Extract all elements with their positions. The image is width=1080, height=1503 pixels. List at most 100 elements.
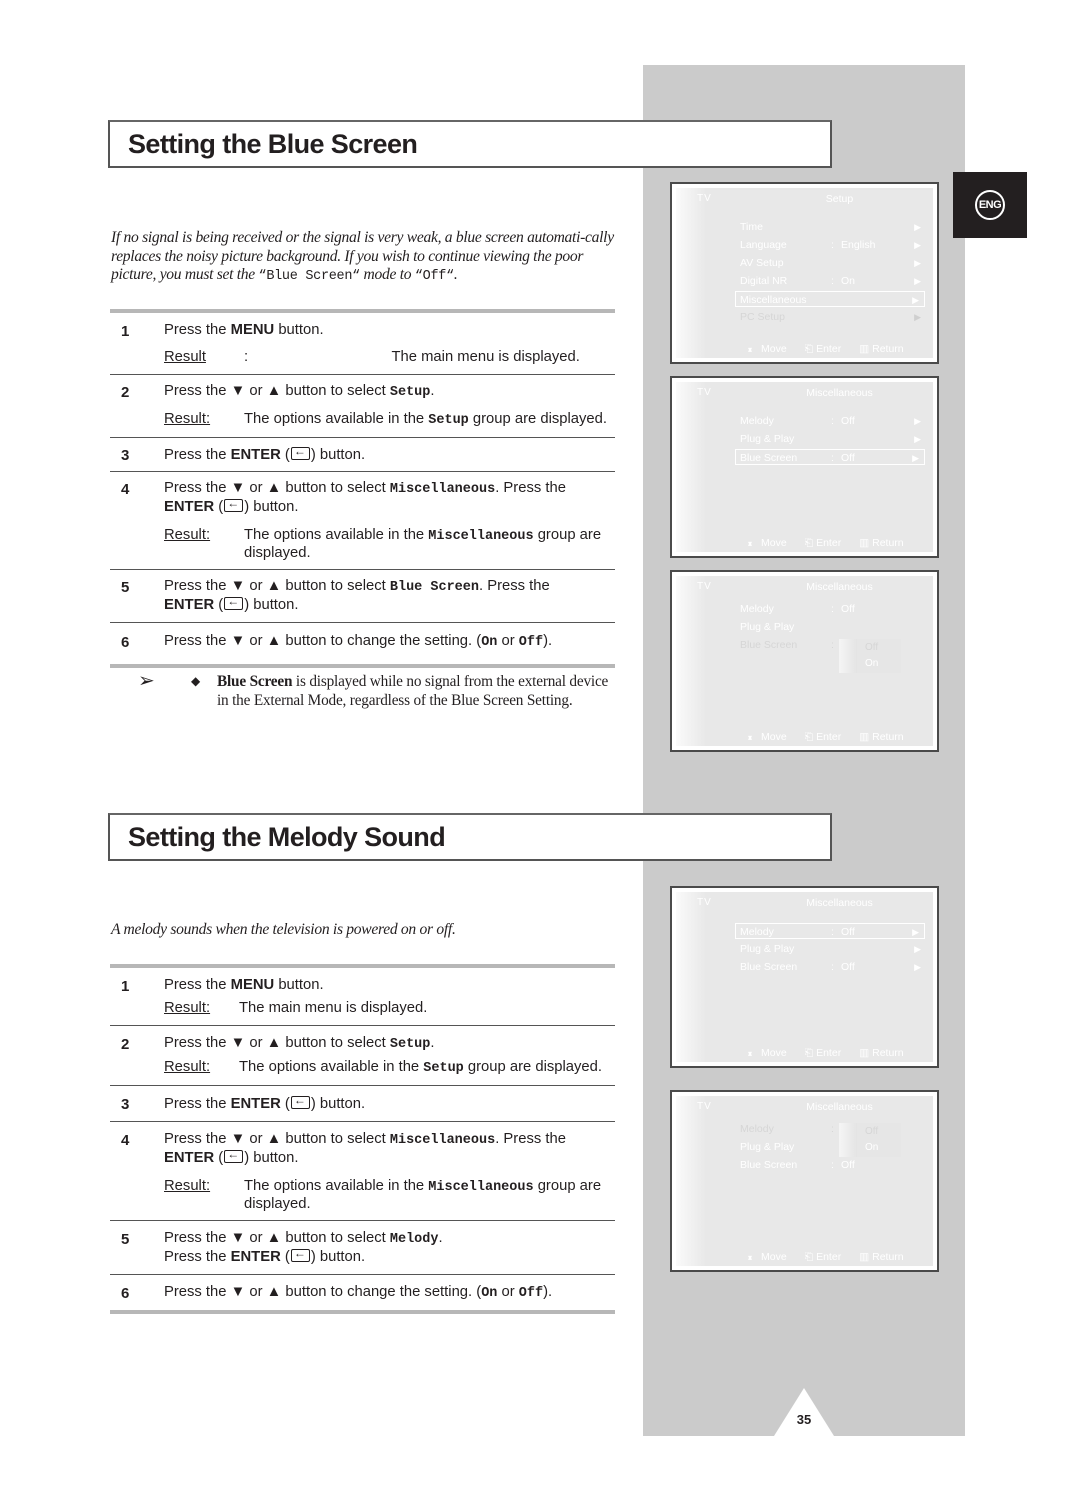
result-label: Result xyxy=(164,349,206,365)
osd-footer-hint: ▥ Return xyxy=(859,343,903,356)
osd-item-value: Off xyxy=(841,926,855,938)
enter-icon: ⎗ xyxy=(804,1047,814,1059)
key-label: ENTER xyxy=(230,1249,281,1265)
osd-menu-screen: TV Miscellaneous Melody: Off ▶ Plug & Play ▶ Bl… xyxy=(670,886,939,1068)
submenu-arrow-icon: ▶ xyxy=(912,295,919,305)
osd-item-label: Melody xyxy=(740,603,774,615)
osd-item-value: Off xyxy=(841,452,855,464)
osd-item-label: Melody xyxy=(740,1123,774,1135)
key-label: MENU xyxy=(230,977,275,993)
osd-colon: : xyxy=(831,1159,834,1171)
step-instruction: Press the ▼ or ▲ button to select Melody… xyxy=(164,1230,615,1266)
step-item: 2 Press the ▼ or ▲ button to select Setu… xyxy=(110,375,615,438)
osd-footer: ▴▾ Move ⎗ Enter ▥ Return xyxy=(748,1251,904,1264)
osd-item-value: Off xyxy=(841,415,855,427)
osd-item-value: Off xyxy=(841,603,855,615)
enter-key-icon xyxy=(224,495,244,512)
osd-footer: ▴▾ Move ⎗ Enter ▥ Return xyxy=(748,731,904,744)
step-result: Result: The options available in the Setu… xyxy=(164,411,607,428)
osd-footer-hint: ▴▾ Move xyxy=(748,1251,787,1264)
steps-list-melody: 1 Press the MENU button. Result: The main… xyxy=(110,964,615,1314)
osd-menu-item: Plug & Play xyxy=(736,619,926,635)
menu-item-code: Miscellaneous xyxy=(389,482,496,497)
page-number: 35 xyxy=(796,1412,812,1427)
osd-item-value: English xyxy=(841,239,876,251)
enter-key-icon xyxy=(224,593,244,610)
osd-item-label: PC Setup xyxy=(740,311,785,323)
step-number: 5 xyxy=(121,1231,130,1248)
section-header-blue-screen: Setting the Blue Screen xyxy=(108,120,832,168)
osd-item-label: Blue Screen xyxy=(740,1159,798,1171)
osd-colon: : xyxy=(831,1123,834,1135)
osd-footer-label: Return xyxy=(872,343,904,355)
osd-footer-label: Enter xyxy=(816,537,842,549)
osd-menu-item: Melody: Off ▶ xyxy=(736,413,926,429)
osd-menu-item: Melody: Off ▶ xyxy=(735,923,925,939)
result-label: Result: xyxy=(164,1178,211,1194)
language-badge: ENG xyxy=(975,190,1005,220)
osd-menu-item: Miscellaneous ▶ xyxy=(735,291,925,307)
osd-option: Off xyxy=(865,1126,879,1137)
step-instruction: Press the ▼ or ▲ button to select Miscel… xyxy=(164,1131,615,1167)
move-icon: ▴▾ xyxy=(748,345,752,354)
step-instruction: Press the ENTER () button. xyxy=(164,443,615,464)
osd-item-label: Blue Screen xyxy=(740,639,798,651)
osd-menu-screen: TV Setup Time ▶ Language: English ▶ AV Setup ▶ Di… xyxy=(670,182,939,364)
enter-icon: ⎗ xyxy=(804,537,814,549)
step-instruction: Press the ENTER () button. xyxy=(164,1092,615,1113)
osd-menu-title: Miscellaneous xyxy=(806,897,873,909)
osd-panel: TV Miscellaneous Melody: Off ▶ Plug & Play ▶ Bl… xyxy=(676,892,933,1062)
osd-colon: : xyxy=(831,926,834,938)
menu-item-code: Miscellaneous xyxy=(389,1133,496,1148)
menu-item-code: Blue Screen xyxy=(389,580,479,595)
osd-option: Off xyxy=(865,642,879,653)
osd-panel: TV Miscellaneous Melody: Off ▶ Plug & Play ▶ Bl… xyxy=(676,382,933,552)
osd-footer: ▴▾ Move ⎗ Enter ▥ Return xyxy=(748,1047,904,1060)
step-item: 5 Press the ▼ or ▲ button to select Blue… xyxy=(110,570,615,623)
key-label: ENTER xyxy=(164,597,215,613)
section-header-melody: Setting the Melody Sound xyxy=(108,813,832,861)
osd-menu-item: Plug & Play ▶ xyxy=(736,431,926,447)
step-number: 2 xyxy=(121,384,130,401)
osd-item-value: Off xyxy=(841,961,855,973)
osd-menu-title: Miscellaneous xyxy=(806,1101,873,1113)
step-item: 3 Press the ENTER () button. xyxy=(110,438,615,472)
move-icon: ▴▾ xyxy=(748,1049,752,1058)
result-label: Result: xyxy=(164,1000,211,1016)
osd-panel: TV Miscellaneous Melody: Plug & Play Blue Sc… xyxy=(676,1096,933,1266)
return-icon: ▥ xyxy=(859,1047,870,1059)
osd-menu-item: Digital NR: On ▶ xyxy=(736,273,926,289)
submenu-arrow-icon: ▶ xyxy=(914,312,921,322)
note-text: Blue Screen is displayed while no signal… xyxy=(217,673,609,709)
osd-colon: : xyxy=(831,239,834,251)
step-item: 3 Press the ENTER () button. xyxy=(110,1086,615,1122)
osd-footer-hint: ▴▾ Move xyxy=(748,537,787,550)
osd-footer-hint: ⎗ Enter xyxy=(805,343,842,356)
osd-menu-item: Blue Screen: Off xyxy=(736,1157,926,1173)
step-number: 1 xyxy=(121,323,130,340)
move-icon: ▴▾ xyxy=(748,539,752,548)
osd-footer-label: Move xyxy=(761,343,787,355)
result-text: The main menu is displayed. xyxy=(239,1000,428,1016)
osd-option: On xyxy=(865,1142,879,1153)
osd-item-label: Blue Screen xyxy=(740,452,798,464)
osd-menu-item: Plug & Play ▶ xyxy=(736,941,926,957)
osd-footer-label: Enter xyxy=(816,1251,842,1263)
osd-item-label: Blue Screen xyxy=(740,961,798,973)
osd-menu-item: Time ▶ xyxy=(736,219,926,235)
step-instruction: Press the ▼ or ▲ button to select Setup. xyxy=(164,383,435,400)
step-item: 6 Press the ▼ or ▲ button to change the … xyxy=(110,1275,615,1310)
osd-footer-hint: ⎗ Enter xyxy=(805,1251,842,1264)
step-number: 3 xyxy=(121,447,130,464)
osd-colon: : xyxy=(831,961,834,973)
osd-footer-label: Move xyxy=(761,1251,787,1263)
key-label: ENTER xyxy=(164,1150,215,1166)
key-label: ENTER xyxy=(230,1096,281,1112)
enter-key-icon xyxy=(290,443,310,460)
osd-menu-title: Setup xyxy=(825,193,854,205)
intro-text: . xyxy=(453,266,458,283)
osd-item-label: Plug & Play xyxy=(740,943,795,955)
osd-menu-item: Language: English ▶ xyxy=(736,237,926,253)
osd-menu-item: Melody: Off xyxy=(736,601,926,617)
osd-option: On xyxy=(865,658,879,669)
